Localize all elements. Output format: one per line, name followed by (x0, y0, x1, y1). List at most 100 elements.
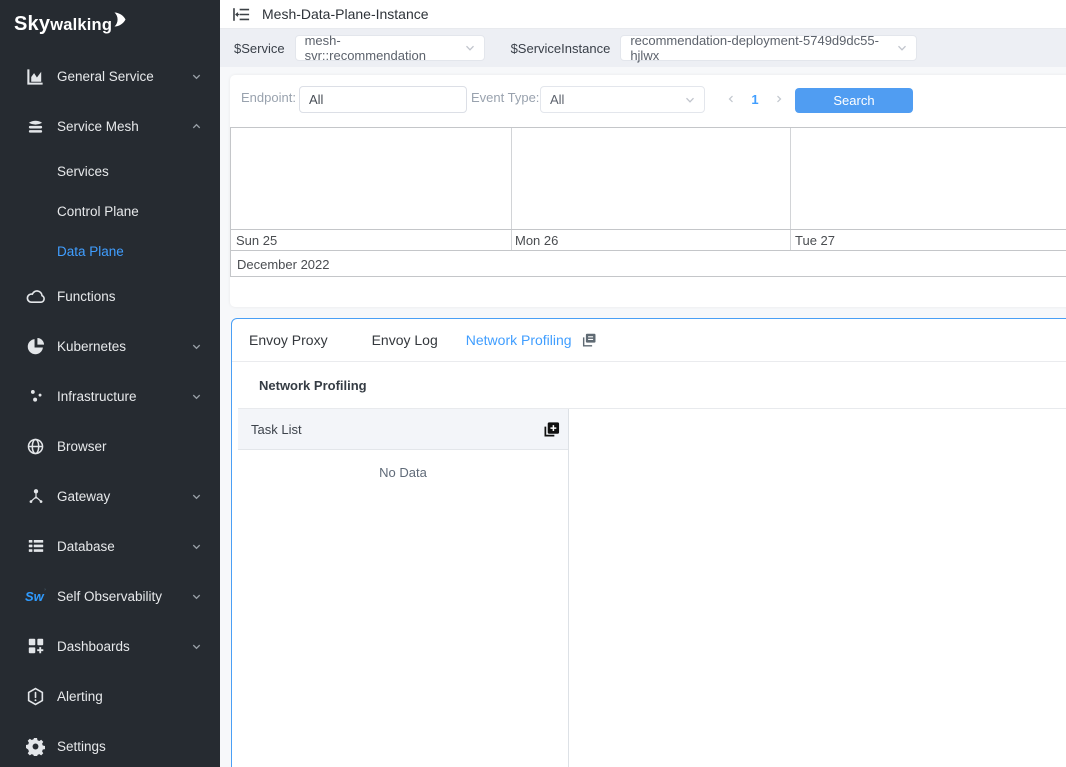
service-instance-label: $ServiceInstance (511, 41, 611, 56)
copy-icon[interactable] (581, 332, 597, 348)
add-task-icon[interactable] (543, 421, 560, 438)
timeline-divider (790, 128, 791, 250)
sidebar-item-control-plane[interactable]: Control Plane (0, 191, 220, 231)
sidebar-item-label: Self Observability (57, 589, 191, 604)
sidebar-item-label: Services (57, 164, 109, 179)
sidebar-item-infrastructure[interactable]: Infrastructure (0, 371, 220, 421)
no-data-text: No Data (238, 465, 568, 480)
chevron-up-icon (191, 121, 202, 132)
sidebar-item-database[interactable]: Database (0, 521, 220, 571)
skywalking-app: Skywalking General Service Service Mesh (0, 0, 1066, 767)
service-instance-select-value: recommendation-deployment-5749d9dc55-hjl… (630, 33, 890, 63)
crescent-icon (113, 11, 126, 33)
network-profiling-panel-title: Network Profiling (238, 362, 1066, 409)
list-icon (25, 537, 46, 555)
chevron-down-icon (191, 71, 202, 82)
sidebar-item-label: Alerting (57, 689, 202, 704)
page-prev-icon[interactable] (720, 88, 742, 110)
gear-icon (25, 737, 46, 756)
sidebar-item-label: Database (57, 539, 191, 554)
page-next-icon[interactable] (768, 88, 790, 110)
sidebar-item-label: Service Mesh (57, 119, 191, 134)
chevron-down-icon (191, 391, 202, 402)
task-list-title: Task List (251, 422, 302, 437)
service-select-value: mesh-svr::recommendation (305, 33, 458, 63)
sidebar-item-browser[interactable]: Browser (0, 421, 220, 471)
page-header: Mesh-Data-Plane-Instance (220, 0, 1066, 29)
sidebar-item-services[interactable]: Services (0, 151, 220, 191)
grid-plus-icon (25, 637, 46, 655)
sidebar-item-general-service[interactable]: General Service (0, 51, 220, 101)
main-content: Mesh-Data-Plane-Instance $Service mesh-s… (220, 0, 1066, 767)
service-label: $Service (234, 41, 285, 56)
sidebar-item-functions[interactable]: Functions (0, 271, 220, 321)
chevron-down-icon (684, 94, 696, 106)
sidebar-item-label: Dashboards (57, 639, 191, 654)
globe-icon (25, 437, 46, 456)
chart-icon (25, 67, 46, 86)
logo-text-walking: walking (50, 16, 112, 35)
tab-envoy-log[interactable]: Envoy Log (372, 332, 438, 348)
sidebar-item-label: Browser (57, 439, 202, 454)
sidebar-item-label: Kubernetes (57, 339, 191, 354)
endpoint-label: Endpoint: (241, 90, 296, 105)
timeline-axis-line (231, 250, 1066, 251)
skywalking-logo[interactable]: Skywalking (0, 0, 220, 36)
sidebar-item-label: Functions (57, 289, 202, 304)
tabs-row: Envoy Proxy Envoy Log Network Profiling (232, 319, 1066, 362)
sidebar-item-alerting[interactable]: Alerting (0, 671, 220, 721)
event-type-select[interactable]: All (540, 86, 705, 113)
chevron-down-icon (191, 491, 202, 502)
sidebar-item-gateway[interactable]: Gateway (0, 471, 220, 521)
logo-text-sky: Sky (14, 13, 50, 36)
sidebar-item-data-plane[interactable]: Data Plane (0, 231, 220, 271)
sidebar-item-dashboards[interactable]: Dashboards (0, 621, 220, 671)
sidebar-item-service-mesh[interactable]: Service Mesh (0, 101, 220, 151)
sw-logo-icon: Sw (25, 589, 46, 604)
sidebar-item-label: Gateway (57, 489, 191, 504)
page-number[interactable]: 1 (744, 88, 766, 110)
sidebar: Skywalking General Service Service Mesh (0, 0, 220, 767)
chevron-down-icon (896, 42, 908, 54)
layers-icon (25, 117, 46, 136)
task-list-header: Task List (238, 409, 568, 450)
timeline-month-label: December 2022 (237, 257, 330, 272)
search-button[interactable]: Search (795, 88, 913, 113)
sidebar-item-settings[interactable]: Settings (0, 721, 220, 767)
cloud-icon (25, 288, 46, 305)
timeline-day-label: Sun 25 (236, 233, 277, 248)
sidebar-item-label: Settings (57, 739, 202, 754)
events-timeline[interactable]: Sun 25 Mon 26 Tue 27 December 2022 (230, 127, 1066, 277)
task-list-column: Task List No Data (238, 409, 569, 767)
endpoint-input[interactable] (299, 86, 467, 113)
service-selector-bar: $Service mesh-svr::recommendation $Servi… (220, 29, 1066, 67)
dots-icon (25, 387, 46, 405)
instance-tabs-panel: Envoy Proxy Envoy Log Network Profiling … (231, 318, 1066, 767)
panel-title-text: Network Profiling (259, 378, 367, 393)
hexagon-alert-icon (25, 687, 46, 706)
event-type-label: Event Type: (471, 90, 539, 105)
events-panel: Endpoint: Event Type: All 1 Search (230, 75, 1066, 307)
chevron-down-icon (191, 341, 202, 352)
sw-badge: Sw (25, 589, 44, 604)
sidebar-item-self-observability[interactable]: Sw Self Observability (0, 571, 220, 621)
service-select[interactable]: mesh-svr::recommendation (295, 35, 485, 61)
sidebar-menu: General Service Service Mesh Services Co… (0, 36, 220, 767)
pie-icon (25, 337, 46, 356)
timeline-axis-line (231, 229, 1066, 230)
page-title: Mesh-Data-Plane-Instance (262, 6, 429, 22)
sidebar-item-label: General Service (57, 69, 191, 84)
sidebar-item-label: Infrastructure (57, 389, 191, 404)
sidebar-item-kubernetes[interactable]: Kubernetes (0, 321, 220, 371)
sidebar-collapse-icon[interactable] (232, 7, 250, 22)
timeline-day-label: Tue 27 (795, 233, 835, 248)
chevron-down-icon (191, 641, 202, 652)
tab-network-profiling[interactable]: Network Profiling (466, 332, 572, 348)
tab-envoy-proxy[interactable]: Envoy Proxy (249, 332, 328, 348)
service-instance-select[interactable]: recommendation-deployment-5749d9dc55-hjl… (620, 35, 917, 61)
timeline-divider (511, 128, 512, 250)
network-icon (25, 487, 46, 505)
timeline-day-label: Mon 26 (515, 233, 558, 248)
chevron-down-icon (464, 42, 476, 54)
sidebar-item-label: Control Plane (57, 204, 139, 219)
